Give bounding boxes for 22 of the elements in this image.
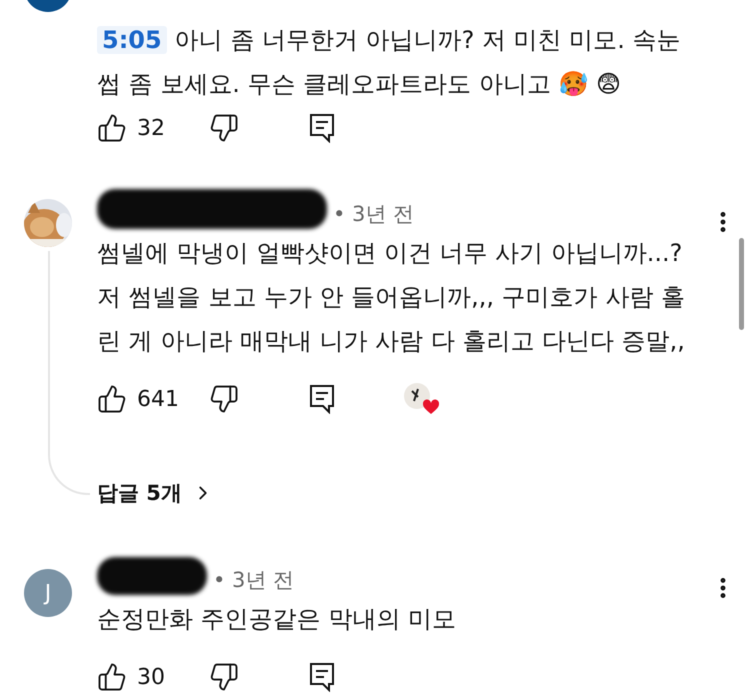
thumbs-up-icon bbox=[97, 662, 127, 692]
comment-text: 순정만화 주인공같은 막내의 미모 bbox=[97, 604, 457, 635]
thumbs-up-icon bbox=[97, 384, 127, 414]
reply-icon bbox=[309, 113, 335, 143]
scrollbar[interactable] bbox=[739, 238, 744, 330]
thumbs-down-icon bbox=[209, 662, 239, 692]
comment-meta: • 3년 전 bbox=[333, 201, 414, 228]
reply-icon bbox=[309, 384, 335, 414]
replies-button[interactable]: 답글 5개 bbox=[97, 479, 214, 507]
comment-text: 5:05 아니 좀 너무한거 아닙니까? 저 미친 미모. 속눈썹 좀 보세요. 무슨 클레오파트라도 아니고 🥵 😨 bbox=[97, 25, 682, 100]
like-button[interactable]: 32 bbox=[97, 113, 209, 143]
thumbs-down-icon bbox=[209, 113, 239, 143]
timestamp-link[interactable]: 5:05 bbox=[97, 26, 167, 54]
like-button[interactable]: 641 bbox=[97, 384, 209, 414]
creator-avatar bbox=[404, 383, 430, 409]
comment-text: 썸넬에 막냉이 얼빡샷이면 이건 너무 사기 아닙니까...? 저 썸넬을 보고 누가 안 들어옵니까,,, 구미호가 사람 홀린 게 아니라 매막내 니가 사람 다 홀리고 다닌다 증말,, bbox=[97, 238, 686, 357]
heart-icon bbox=[422, 399, 440, 415]
thumbs-up-icon bbox=[97, 113, 127, 143]
reply-icon bbox=[309, 662, 335, 692]
thumbs-down-icon bbox=[209, 384, 239, 414]
like-button[interactable]: 30 bbox=[97, 662, 209, 692]
comment-meta: • 3년 전 bbox=[213, 567, 294, 594]
